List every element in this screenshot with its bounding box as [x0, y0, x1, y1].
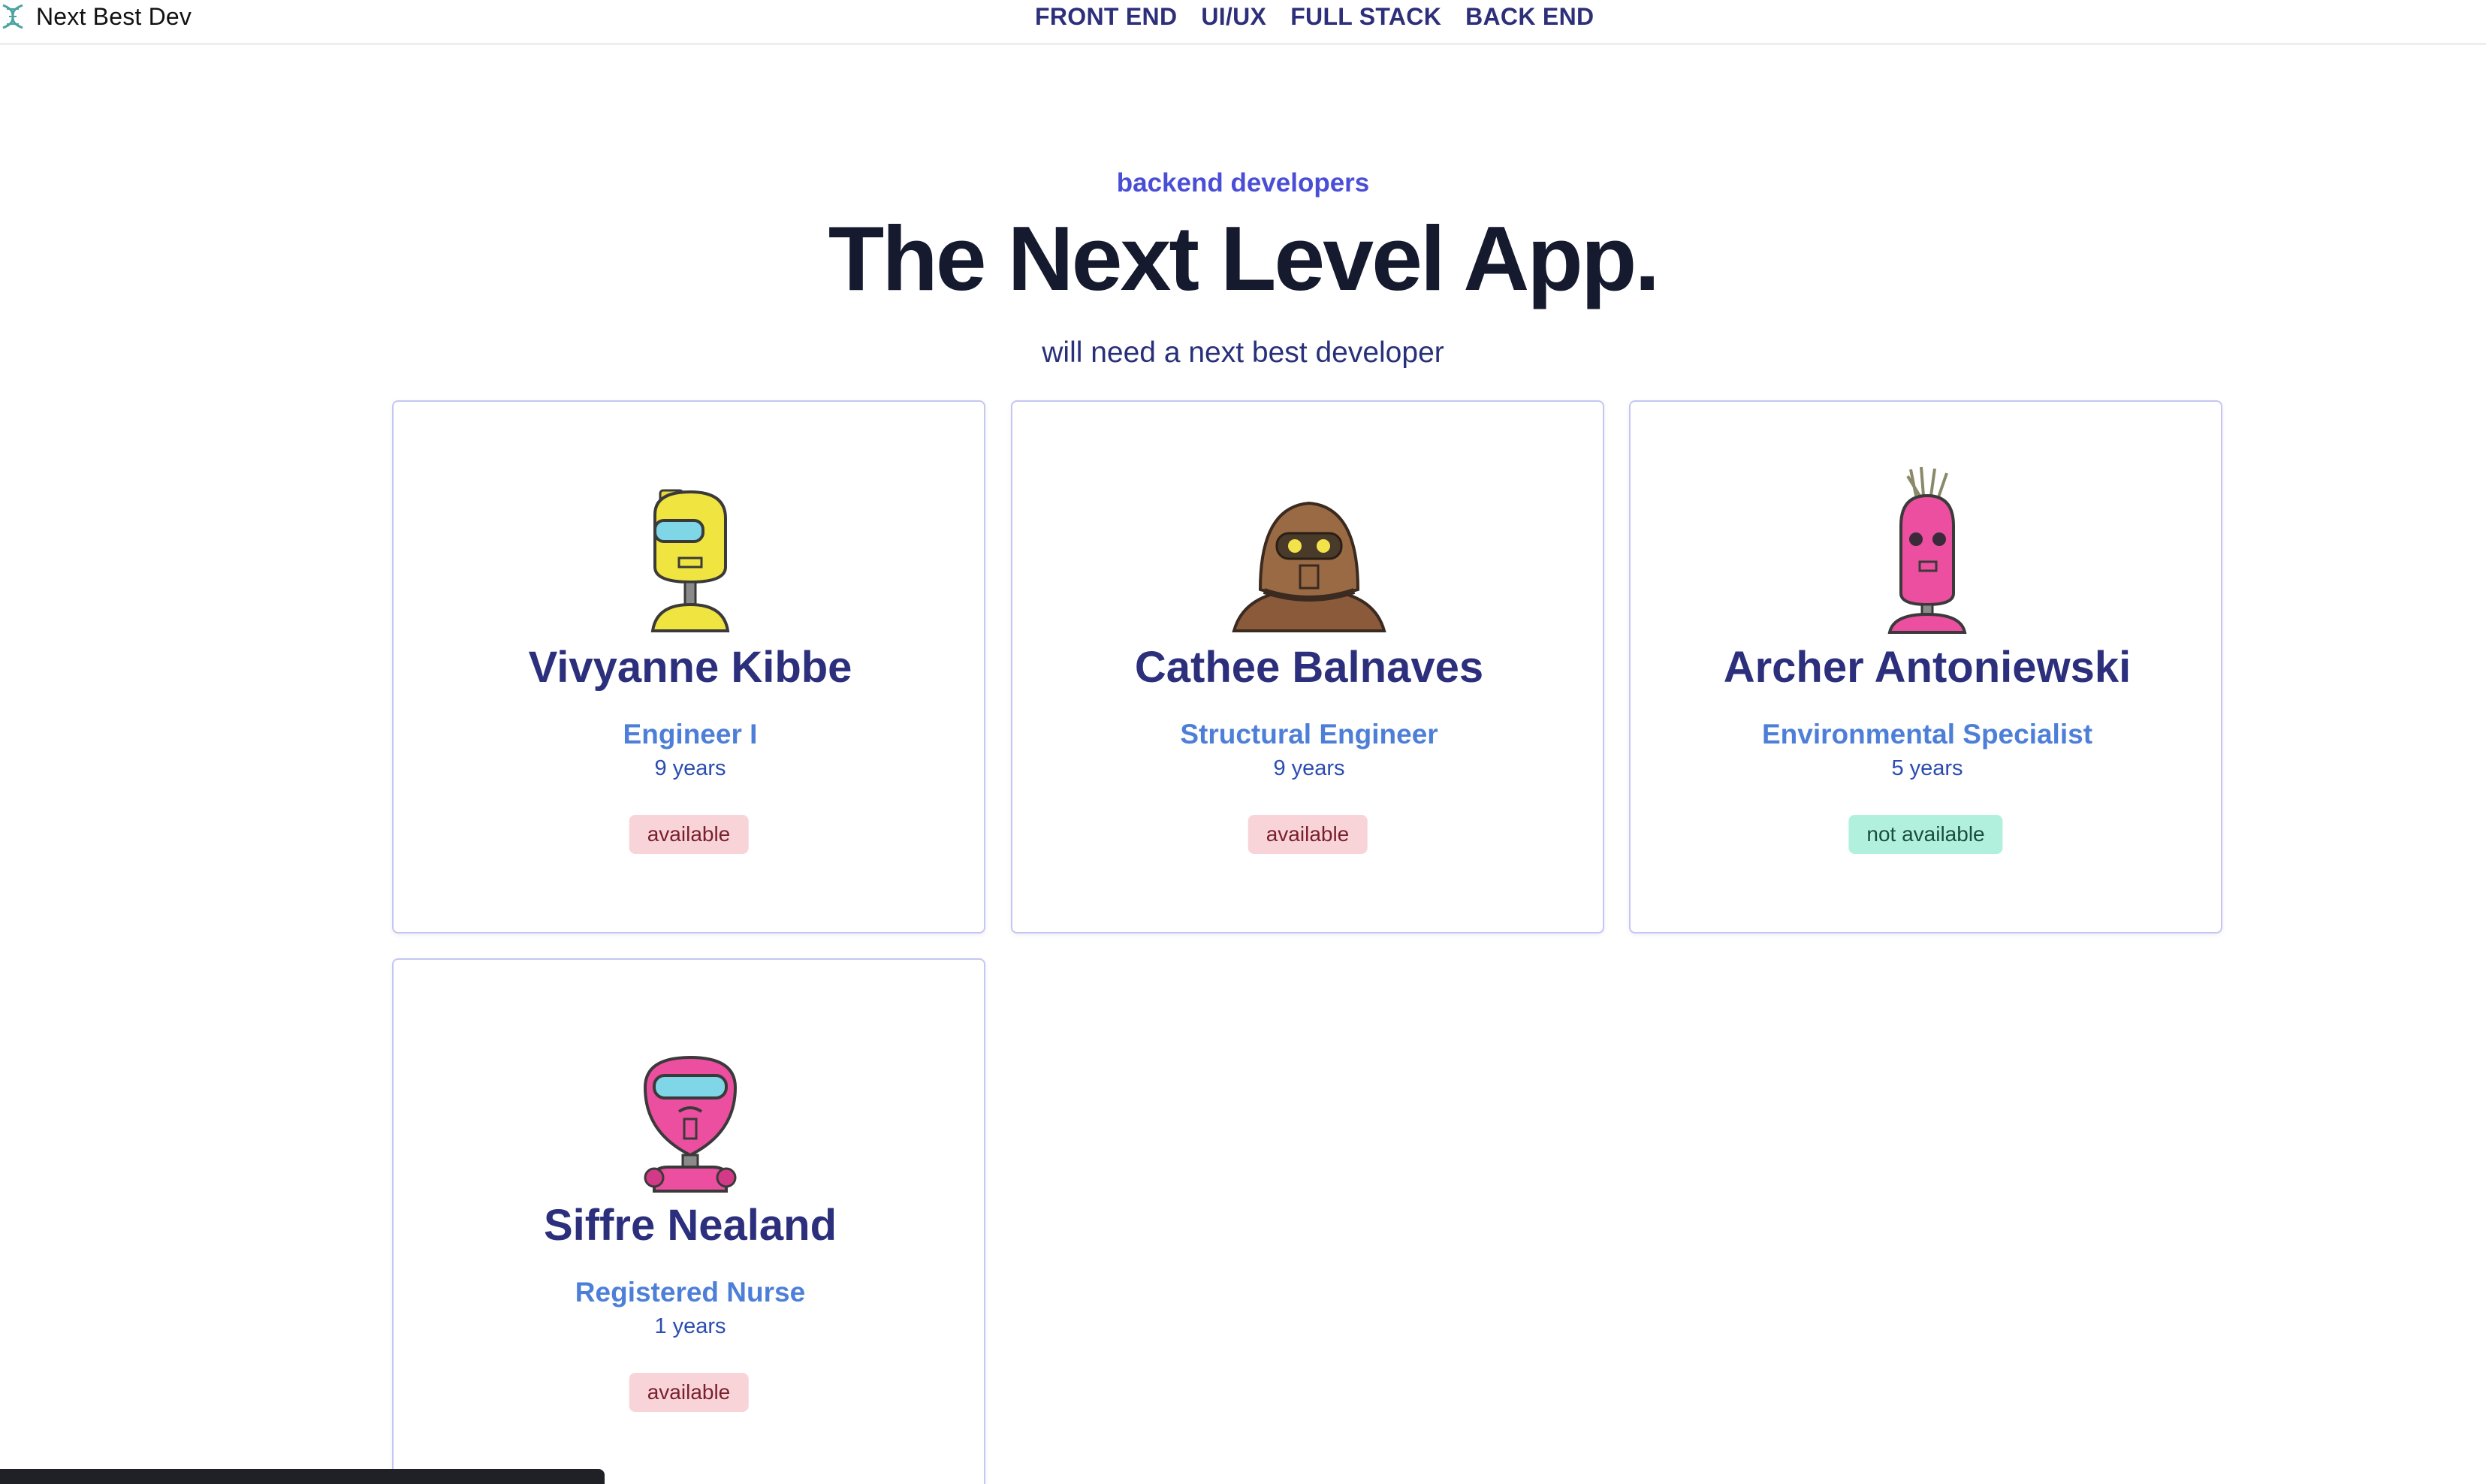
- developer-experience: 1 years: [654, 1314, 726, 1338]
- developer-role: Registered Nurse: [575, 1277, 806, 1308]
- yellow-robot-avatar: [650, 489, 730, 632]
- nav-ui-ux[interactable]: UI/UX: [1201, 3, 1266, 31]
- developer-experience: 9 years: [654, 756, 726, 780]
- status-badge: available: [629, 815, 749, 854]
- avatar: [1012, 481, 1606, 635]
- top-navbar: Next Best Dev FRONT END UI/UX FULL STACK…: [0, 0, 2486, 45]
- avatar: [394, 481, 987, 635]
- hero-subtitle: will need a next best developer: [1042, 336, 1444, 369]
- status-badge: available: [1248, 815, 1368, 854]
- developer-role: Structural Engineer: [1180, 719, 1438, 750]
- brand[interactable]: Next Best Dev: [0, 0, 192, 33]
- developer-name: Vivyanne Kibbe: [528, 643, 852, 692]
- page: Next Best Dev FRONT END UI/UX FULL STACK…: [0, 0, 2486, 1484]
- developer-experience: 9 years: [1273, 756, 1345, 780]
- developer-name: Archer Antoniewski: [1723, 643, 2132, 692]
- developer-card[interactable]: Cathee Balnaves Structural Engineer 9 ye…: [1011, 400, 1604, 934]
- brand-name: Next Best Dev: [36, 2, 192, 30]
- pink-robot-avatar: [643, 1055, 738, 1193]
- developer-card[interactable]: Archer Antoniewski Environmental Special…: [1629, 400, 2222, 934]
- status-badge: not available: [1848, 815, 2003, 854]
- pink-antenna-robot-avatar: [1887, 466, 1967, 634]
- developer-card[interactable]: Vivyanne Kibbe Engineer I 9 years availa…: [392, 400, 985, 934]
- developer-name: Siffre Nealand: [544, 1201, 837, 1250]
- nav-full-stack[interactable]: FULL STACK: [1290, 3, 1441, 31]
- status-badge: available: [629, 1373, 749, 1412]
- developer-role: Environmental Specialist: [1761, 719, 2093, 750]
- brown-robot-avatar: [1232, 501, 1386, 632]
- nav-back-end[interactable]: BACK END: [1465, 3, 1594, 31]
- hero-title: The Next Level App.: [828, 207, 1661, 309]
- hero-eyebrow: backend developers: [1116, 168, 1370, 198]
- nav-front-end[interactable]: FRONT END: [1035, 3, 1177, 31]
- main-nav: FRONT END UI/UX FULL STACK BACK END: [1035, 0, 1594, 33]
- avatar: [394, 1039, 987, 1193]
- developer-experience: 5 years: [1891, 756, 1963, 780]
- developer-role: Engineer I: [623, 719, 758, 750]
- dna-helix-icon: [2, 4, 23, 29]
- developer-name: Cathee Balnaves: [1134, 643, 1484, 692]
- developer-card[interactable]: Siffre Nealand Registered Nurse 1 years …: [392, 958, 985, 1484]
- avatar: [1631, 466, 2224, 635]
- link-preview-statusbar: [0, 1469, 605, 1484]
